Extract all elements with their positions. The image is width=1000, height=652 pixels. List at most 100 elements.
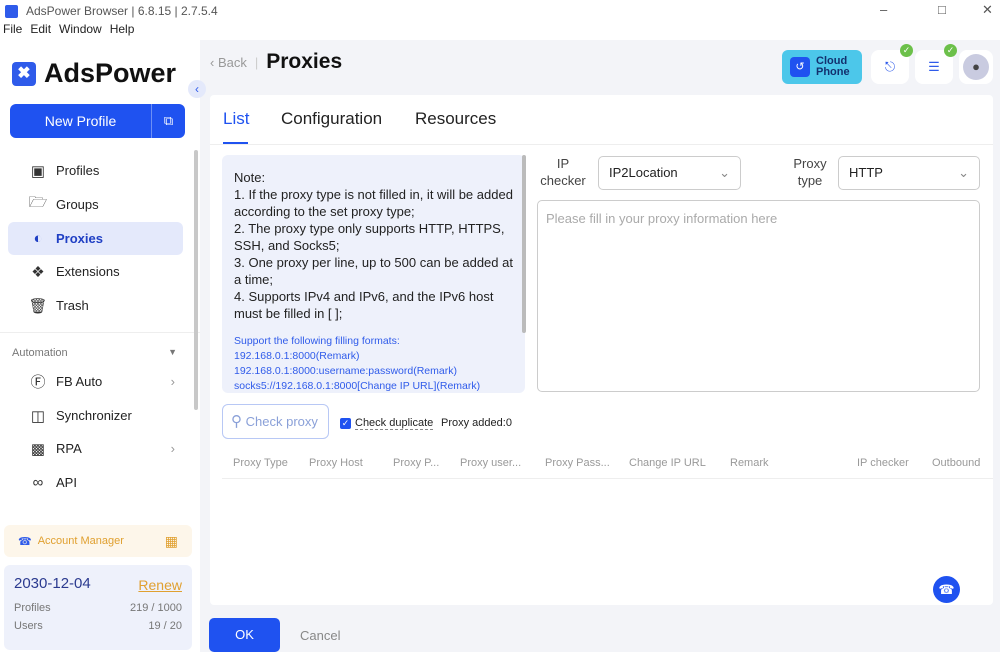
ip-checker-label: IP checker [540, 156, 586, 188]
headset-icon: ☎ [18, 535, 32, 548]
plug-icon: ∞ [32, 474, 44, 491]
facebook-icon: Ⓕ [30, 374, 46, 391]
automation-section[interactable]: Automation ▼ [12, 347, 177, 359]
cloud-phone-button[interactable]: ↺ Cloud Phone [782, 50, 862, 84]
sidebar-item-label: Synchronizer [56, 408, 132, 423]
profiles-count: 219 / 1000 [130, 602, 182, 614]
cloud-phone-label: Phone [816, 66, 850, 78]
table-header-divider [222, 478, 993, 479]
batch-add-icon[interactable]: ⧉ [151, 104, 185, 138]
menu-bar: File Edit Window Help [0, 22, 1000, 40]
sidebar-item-groups[interactable]: 🗁 Groups [8, 188, 183, 221]
new-profile-button[interactable]: New Profile [10, 104, 151, 138]
column-header: Proxy Host [309, 457, 363, 469]
account-manager-label: Account Manager [37, 535, 124, 547]
page-title: Proxies [266, 50, 343, 73]
note-line: 1. If the proxy type is not filled in, i… [234, 187, 513, 219]
column-header: Remark [730, 457, 769, 469]
sidebar-item-label: Proxies [56, 231, 103, 246]
check-duplicate-checkbox[interactable]: ✓ Check duplicate [340, 417, 434, 430]
section-label: Automation [12, 347, 68, 359]
new-profile-button-group: New Profile ⧉ [10, 104, 185, 138]
window-icon: ▣ [30, 162, 46, 180]
chevron-right-icon: › [170, 374, 175, 389]
menu-edit[interactable]: Edit [30, 22, 51, 40]
brand-logo: ✖ AdsPower [12, 58, 176, 89]
check-proxy-button[interactable]: ⚲ Check proxy [222, 404, 329, 439]
ok-button[interactable]: OK [209, 618, 280, 652]
window-title: AdsPower Browser | 6.8.15 | 2.7.5.4 [26, 4, 218, 18]
renew-link[interactable]: Renew [138, 577, 182, 593]
sidebar-item-label: RPA [56, 441, 82, 456]
column-header: Proxy user... [460, 457, 522, 469]
format-line: 192.168.0.1:8000:username:password(Remar… [234, 365, 457, 377]
tab-configuration[interactable]: Configuration [281, 109, 382, 129]
column-header: Proxy P... [393, 457, 440, 469]
tab-list[interactable]: List [223, 109, 249, 129]
column-header: Proxy Type [233, 457, 288, 469]
upload-sync-button[interactable]: ⎋ ✓ [871, 44, 913, 84]
sidebar-item-synchronizer[interactable]: ◫ Synchronizer [8, 399, 183, 432]
support-chat-button[interactable]: ☎ [933, 576, 960, 603]
sidebar-item-fb-auto[interactable]: Ⓕ FB Auto › [8, 365, 183, 398]
tab-divider [210, 144, 993, 145]
minimize-button[interactable]: – [880, 2, 887, 17]
sidebar-item-trash[interactable]: 🗑 Trash [8, 289, 183, 322]
sidebar-item-label: Trash [56, 298, 89, 313]
note-line: Note: [234, 170, 266, 185]
avatar-icon: ● [963, 54, 989, 80]
format-line: 192.168.0.1:8000(Remark) [234, 350, 360, 362]
qr-code-icon[interactable]: ▦ [165, 533, 178, 550]
proxy-type-select[interactable]: HTTP ⌄ [838, 156, 980, 190]
close-button[interactable]: ✕ [982, 2, 993, 18]
avatar[interactable]: ● [959, 50, 993, 84]
sidebar-item-proxies[interactable]: ◐ Proxies [8, 222, 183, 255]
profiles-label: Profiles [14, 602, 51, 614]
proxies-panel: List Configuration Resources Note: 1. If… [210, 95, 993, 605]
sidebar-item-rpa[interactable]: ▩ RPA › [8, 432, 183, 465]
back-button[interactable]: ‹ Back [210, 55, 247, 70]
divider [0, 332, 200, 333]
check-duplicate-label: Check duplicate [355, 417, 434, 430]
app-logo-icon [5, 4, 18, 18]
check-badge-icon: ✓ [944, 44, 957, 57]
sidebar-item-label: Groups [56, 197, 99, 212]
ip-checker-select[interactable]: IP2Location ⌄ [598, 156, 741, 190]
ip-checker-value: IP2Location [609, 165, 678, 180]
proxy-info-textarea[interactable]: Please fill in your proxy information he… [537, 200, 980, 392]
sidebar-item-profiles[interactable]: ▣ Profiles [8, 154, 183, 187]
sidebar-item-label: Extensions [56, 264, 120, 279]
robot-icon: ▩ [30, 440, 46, 458]
sidebar-item-api[interactable]: ∞ API [8, 466, 183, 499]
sidebar: ✖ AdsPower New Profile ⧉ ▣ Profiles 🗁 Group… [0, 40, 200, 652]
note-line: 4. Supports IPv4 and IPv6, and the IPv6 … [234, 289, 494, 321]
menu-help[interactable]: Help [110, 22, 135, 40]
check-badge-icon: ✓ [900, 44, 913, 57]
search-icon: ⚲ [231, 413, 242, 430]
sync-icon: ◫ [30, 407, 46, 425]
maximize-button[interactable]: □ [938, 2, 946, 17]
sidebar-scrollbar[interactable] [194, 150, 198, 410]
menu-file[interactable]: File [3, 22, 22, 40]
collapse-sidebar-button[interactable]: ‹ [188, 80, 206, 98]
sidebar-item-label: Profiles [56, 163, 100, 178]
sidebar-item-extensions[interactable]: ❖ Extensions [8, 255, 183, 288]
tab-resources[interactable]: Resources [415, 109, 496, 129]
proxy-added-count: Proxy added:0 [441, 417, 512, 429]
upload-icon: ⎋ [884, 59, 896, 74]
check-proxy-label: Check proxy [245, 414, 318, 429]
back-label: Back [217, 54, 247, 70]
list-icon: ☰ [928, 59, 940, 74]
menu-window[interactable]: Window [59, 22, 102, 40]
cloud-phone-icon: ↺ [790, 57, 810, 77]
account-manager-button[interactable]: ☎ Account Manager ▦ [4, 525, 192, 557]
chevron-down-icon: ⌄ [719, 165, 730, 180]
textarea-placeholder: Please fill in your proxy information he… [546, 211, 778, 226]
users-label: Users [14, 620, 43, 632]
plan-card: 2030-12-04 Renew Profiles 219 / 1000 User… [4, 565, 192, 650]
cancel-button[interactable]: Cancel [300, 628, 340, 643]
note-scrollbar[interactable] [522, 155, 526, 333]
column-header: Change IP URL [629, 457, 706, 469]
task-list-button[interactable]: ☰ ✓ [915, 44, 957, 84]
puzzle-icon: ❖ [31, 263, 45, 281]
